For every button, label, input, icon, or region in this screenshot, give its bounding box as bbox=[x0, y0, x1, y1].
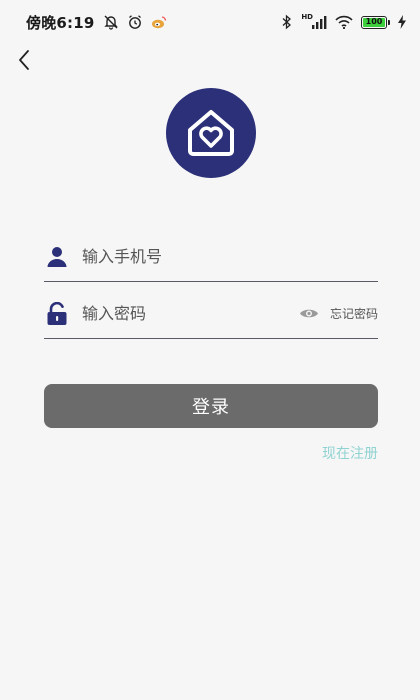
bluetooth-icon bbox=[281, 14, 293, 30]
app-logo bbox=[166, 88, 256, 178]
register-link[interactable]: 现在注册 bbox=[322, 443, 378, 463]
forgot-password-link[interactable]: 忘记密码 bbox=[330, 305, 378, 322]
back-button[interactable] bbox=[12, 46, 36, 74]
eye-icon[interactable] bbox=[298, 306, 320, 322]
status-bar-right: HD 100 bbox=[281, 12, 406, 30]
bell-mute-icon bbox=[103, 14, 119, 30]
chevron-left-icon bbox=[19, 50, 29, 70]
user-icon bbox=[44, 244, 70, 270]
status-bar-left: 傍晚6:19 bbox=[26, 12, 167, 33]
phone-field bbox=[44, 232, 378, 282]
status-bar: 傍晚6:19 HD 100 bbox=[0, 0, 420, 44]
status-time: 傍晚6:19 bbox=[26, 13, 95, 32]
login-button[interactable]: 登录 bbox=[44, 384, 378, 428]
wifi-icon bbox=[335, 15, 353, 29]
home-heart-icon bbox=[188, 110, 234, 156]
alarm-icon bbox=[127, 14, 143, 30]
signal-icon: HD bbox=[301, 12, 327, 29]
phone-input[interactable] bbox=[82, 241, 378, 272]
battery-icon: 100 bbox=[361, 15, 390, 29]
unlock-icon bbox=[44, 301, 70, 327]
network-badge: HD bbox=[301, 12, 313, 21]
charging-icon bbox=[398, 15, 406, 29]
battery-level: 100 bbox=[363, 17, 385, 27]
password-field: 忘记密码 bbox=[44, 289, 378, 339]
weibo-icon bbox=[151, 14, 167, 30]
password-input[interactable] bbox=[82, 298, 298, 329]
